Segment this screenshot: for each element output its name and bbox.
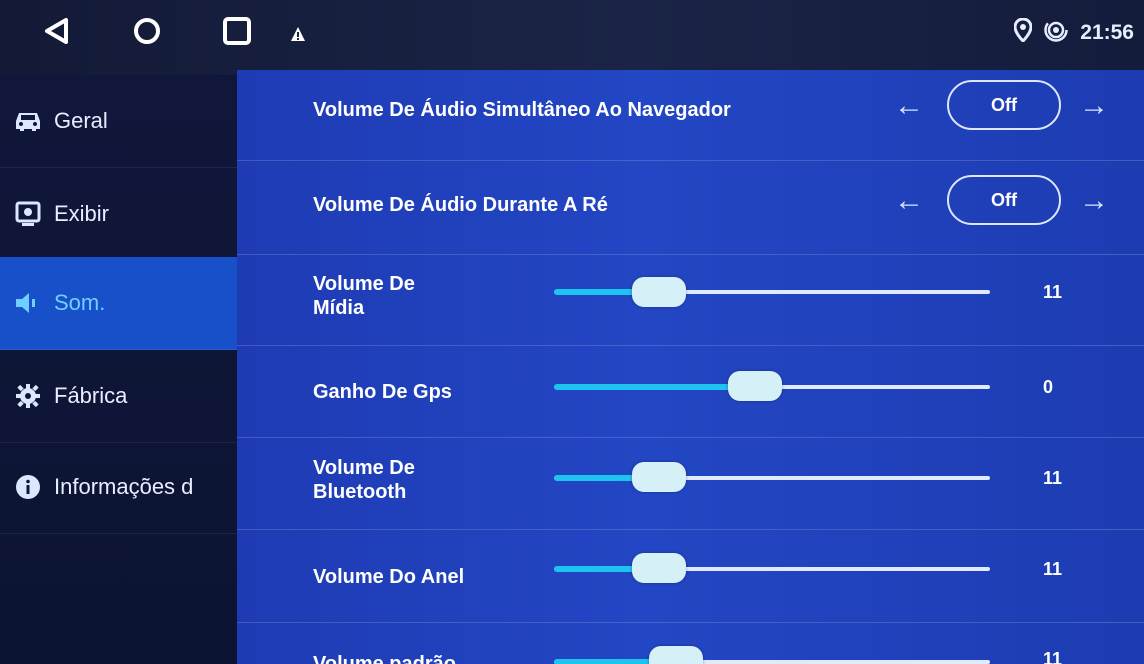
location-icon (1013, 17, 1033, 47)
sidebar-item-label: Fábrica (54, 383, 128, 408)
slider-fill (554, 384, 755, 390)
arrow-left-icon[interactable]: ← (894, 91, 924, 121)
setting-row-media-volume: Volume De Mídia 11 (237, 254, 1144, 346)
recents-icon[interactable] (222, 16, 252, 51)
arrow-left-icon[interactable]: ← (894, 186, 924, 216)
arrow-right-icon[interactable]: → (1079, 186, 1109, 216)
display-icon (14, 200, 42, 228)
slider-value: 0 (1043, 377, 1054, 397)
setting-row-ring-volume: Volume Do Anel 11 (237, 529, 1144, 623)
gear-icon (14, 382, 42, 410)
slider-thumb[interactable] (727, 371, 782, 401)
sidebar-item-informacoes[interactable]: Informações d (0, 441, 237, 534)
sidebar-item-geral[interactable]: Geral (0, 75, 237, 168)
sidebar-item-label: Informações d (54, 474, 194, 499)
back-icon[interactable] (42, 16, 72, 51)
warning-icon (290, 26, 306, 47)
hotspot-icon (1044, 18, 1069, 47)
slider-value: 11 (1043, 282, 1063, 302)
setting-row-bluetooth-volume: Volume De Bluetooth 11 (237, 437, 1144, 530)
car-icon (14, 107, 42, 135)
slider-thumb[interactable] (631, 462, 686, 492)
setting-row-reverse-audio: Volume De Áudio Durante A Ré ← Off → (237, 160, 1144, 255)
setting-row-navigator-audio: Volume De Áudio Simultâneo Ao Navegador … (237, 70, 1144, 161)
slider-thumb[interactable] (631, 277, 686, 307)
setting-label: Volume De Áudio Durante A Ré (313, 194, 608, 216)
sidebar-item-fabrica[interactable]: Fábrica (0, 350, 237, 443)
slider-value: 11 (1043, 649, 1063, 664)
clock: 21:56 (1080, 20, 1134, 44)
sidebar-item-label: Geral (54, 108, 108, 133)
info-icon (14, 473, 42, 501)
sidebar: Geral Exibir Som. Fábrica Informações d (0, 75, 237, 664)
setting-label: Volume De Mídia (313, 273, 415, 319)
sidebar-item-exibir[interactable]: Exibir (0, 168, 237, 261)
slider-thumb[interactable] (631, 553, 686, 583)
speaker-icon (14, 289, 42, 317)
status-icons: 21:56 (1013, 17, 1134, 47)
setting-label: Volume Do Anel (313, 566, 465, 588)
slider-value: 11 (1043, 559, 1063, 579)
toggle-value-button[interactable]: Off (947, 175, 1061, 225)
setting-label: Volume padrão (313, 653, 456, 664)
arrow-right-icon[interactable]: → (1079, 91, 1109, 121)
setting-label: Ganho De Gps (313, 381, 452, 403)
slider-value: 11 (1043, 468, 1063, 488)
sidebar-item-label: Som. (54, 290, 106, 315)
setting-label: Volume De Áudio Simultâneo Ao Navegador (313, 99, 731, 121)
home-icon[interactable] (132, 16, 162, 51)
sidebar-item-som[interactable]: Som. (0, 257, 237, 350)
setting-row-default-volume: Volume padrão 11 (237, 622, 1144, 664)
sidebar-item-label: Exibir (54, 201, 110, 226)
toggle-value-button[interactable]: Off (947, 80, 1061, 130)
settings-panel: Volume De Áudio Simultâneo Ao Navegador … (237, 70, 1144, 664)
setting-label: Volume De Bluetooth (313, 457, 415, 503)
slider-thumb[interactable] (649, 646, 704, 664)
status-bar: 21:56 (0, 0, 1144, 75)
setting-row-gps-gain: Ganho De Gps 0 (237, 345, 1144, 438)
